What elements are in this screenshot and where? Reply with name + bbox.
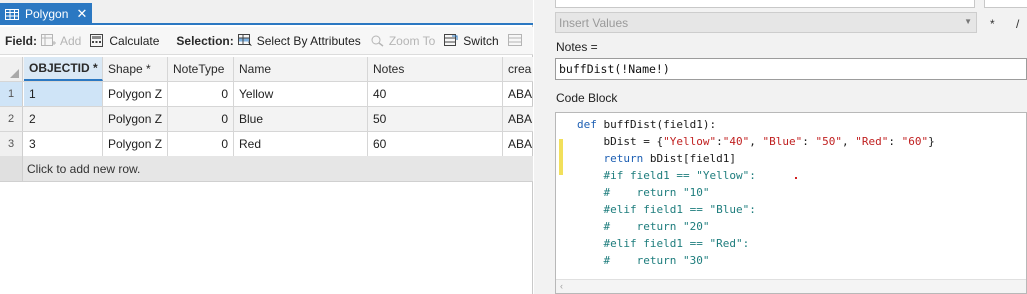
clear-selection-button[interactable] — [507, 34, 527, 47]
cell-name[interactable]: Red — [234, 132, 368, 156]
expression-label: Notes = — [556, 40, 598, 54]
select-by-attributes-label: Select By Attributes — [256, 33, 361, 48]
column-header-notetype[interactable]: NoteType — [168, 57, 234, 81]
column-header-notes[interactable]: Notes — [368, 57, 503, 81]
select-all-corner[interactable] — [0, 57, 23, 81]
cell-name[interactable]: Yellow — [234, 82, 368, 106]
cell-notes[interactable]: 60 — [368, 132, 503, 156]
table-row[interactable]: 2 2 Polygon Z 0 Blue 50 ABA — [0, 107, 533, 132]
cell-shape[interactable]: Polygon Z — [103, 107, 168, 131]
clear-selection-icon — [507, 34, 523, 47]
switch-selection-label: Switch — [463, 33, 499, 48]
table-icon — [5, 8, 19, 20]
insert-values-dropdown[interactable]: Insert Values ▼ — [555, 12, 977, 33]
calculate-field-pane: Insert Values ▼ * / Notes = buffDist(!Na… — [534, 0, 1027, 294]
zoom-to-icon — [370, 34, 385, 47]
code-line: bDist = {"Yellow":"40", "Blue": "50", "R… — [577, 135, 935, 148]
select-by-attributes-button[interactable]: Select By Attributes — [237, 33, 361, 48]
cell-notetype[interactable]: 0 — [168, 82, 234, 106]
code-line: #elif field1 == "Blue": — [603, 203, 756, 216]
column-header-objectid[interactable]: OBJECTID * — [24, 57, 103, 81]
cell-notetype[interactable]: 0 — [168, 107, 234, 131]
attribute-table-pane: Polygon ✕ Field: Add Calculate Selection… — [0, 0, 533, 294]
cell-shape[interactable]: Polygon Z — [103, 82, 168, 106]
code-block-editor[interactable]: def buffDist(field1): bDist = {"Yellow":… — [555, 112, 1027, 294]
row-number-blank — [0, 156, 23, 181]
cell-notes[interactable]: 50 — [368, 107, 503, 131]
field-label: Field: — [5, 33, 37, 48]
cell-name[interactable]: Blue — [234, 107, 368, 131]
expression-input[interactable]: buffDist(!Name!) — [555, 58, 1027, 80]
switch-selection-button[interactable]: Switch — [444, 33, 499, 48]
cell-objectid[interactable]: 2 — [24, 107, 103, 131]
cell-crea[interactable]: ABA — [503, 107, 533, 131]
select-by-attributes-icon — [237, 34, 253, 47]
zoom-to-label: Zoom To — [388, 33, 436, 48]
table-toolbar: Field: Add Calculate Selection: Select B… — [0, 27, 533, 55]
chevron-down-icon: ▼ — [964, 17, 972, 26]
add-new-row[interactable]: Click to add new row. — [0, 156, 533, 182]
cell-crea[interactable]: ABA — [503, 132, 533, 156]
code-line: def buffDist(field1): — [577, 118, 717, 131]
add-field-label: Add — [60, 33, 82, 48]
corner-triangle-icon — [10, 69, 19, 78]
code-line: # return "10" — [603, 186, 710, 199]
code-line: #if field1 == "Yellow": — [603, 169, 756, 182]
tab-title: Polygon — [25, 7, 69, 21]
row-number[interactable]: 2 — [0, 107, 23, 131]
cell-crea[interactable]: ABA — [503, 82, 533, 106]
switch-selection-icon — [444, 34, 459, 47]
type-dropdown-partial[interactable] — [984, 0, 1027, 8]
operator-multiply-button[interactable]: * — [990, 17, 995, 31]
cell-objectid[interactable]: 1 — [24, 82, 103, 106]
row-number[interactable]: 1 — [0, 82, 23, 106]
field-dropdown-partial[interactable] — [555, 0, 975, 8]
tab-strip: Polygon ✕ — [0, 0, 533, 25]
operator-divide-button[interactable]: / — [1016, 17, 1019, 31]
table-row[interactable]: 3 3 Polygon Z 0 Red 60 ABA — [0, 132, 533, 157]
calculator-icon — [90, 34, 105, 47]
selection-label: Selection: — [176, 33, 234, 48]
error-marker — [795, 177, 797, 179]
column-header-crea[interactable]: crea — [503, 57, 533, 81]
add-field-button[interactable]: Add — [41, 34, 81, 48]
insert-values-placeholder: Insert Values — [559, 15, 629, 30]
code-block-label: Code Block — [556, 91, 618, 105]
calculate-button[interactable]: Calculate — [90, 34, 159, 48]
cell-shape[interactable]: Polygon Z — [103, 132, 168, 156]
tab-polygon[interactable]: Polygon ✕ — [0, 3, 92, 25]
code-line: # return "30" — [603, 254, 710, 267]
horizontal-scrollbar[interactable]: ‹ — [556, 279, 1026, 293]
calculate-label: Calculate — [109, 33, 160, 48]
code-line: # return "20" — [603, 220, 710, 233]
column-header-shape[interactable]: Shape * — [103, 57, 168, 81]
code-line: #elif field1 == "Red": — [603, 237, 750, 250]
cell-notes[interactable]: 40 — [368, 82, 503, 106]
changed-lines-marker — [559, 139, 563, 175]
cell-objectid[interactable]: 3 — [24, 132, 103, 156]
close-icon[interactable]: ✕ — [75, 6, 89, 22]
expression-text: buffDist(!Name!) — [559, 62, 670, 76]
row-number[interactable]: 3 — [0, 132, 23, 156]
zoom-to-button[interactable]: Zoom To — [370, 34, 435, 48]
add-field-icon — [41, 34, 56, 47]
code-text: def buffDist(field1): bDist = {"Yellow":… — [577, 116, 935, 269]
column-header-name[interactable]: Name — [234, 57, 368, 81]
cell-notetype[interactable]: 0 — [168, 132, 234, 156]
scroll-left-icon[interactable]: ‹ — [560, 281, 563, 291]
code-line: return bDist[field1] — [603, 152, 736, 165]
add-new-row-text: Click to add new row. — [27, 161, 141, 176]
attribute-grid: OBJECTID * Shape * NoteType Name Notes c… — [0, 57, 533, 157]
table-header-row: OBJECTID * Shape * NoteType Name Notes c… — [0, 57, 533, 82]
table-row[interactable]: 1 1 Polygon Z 0 Yellow 40 ABA — [0, 82, 533, 107]
